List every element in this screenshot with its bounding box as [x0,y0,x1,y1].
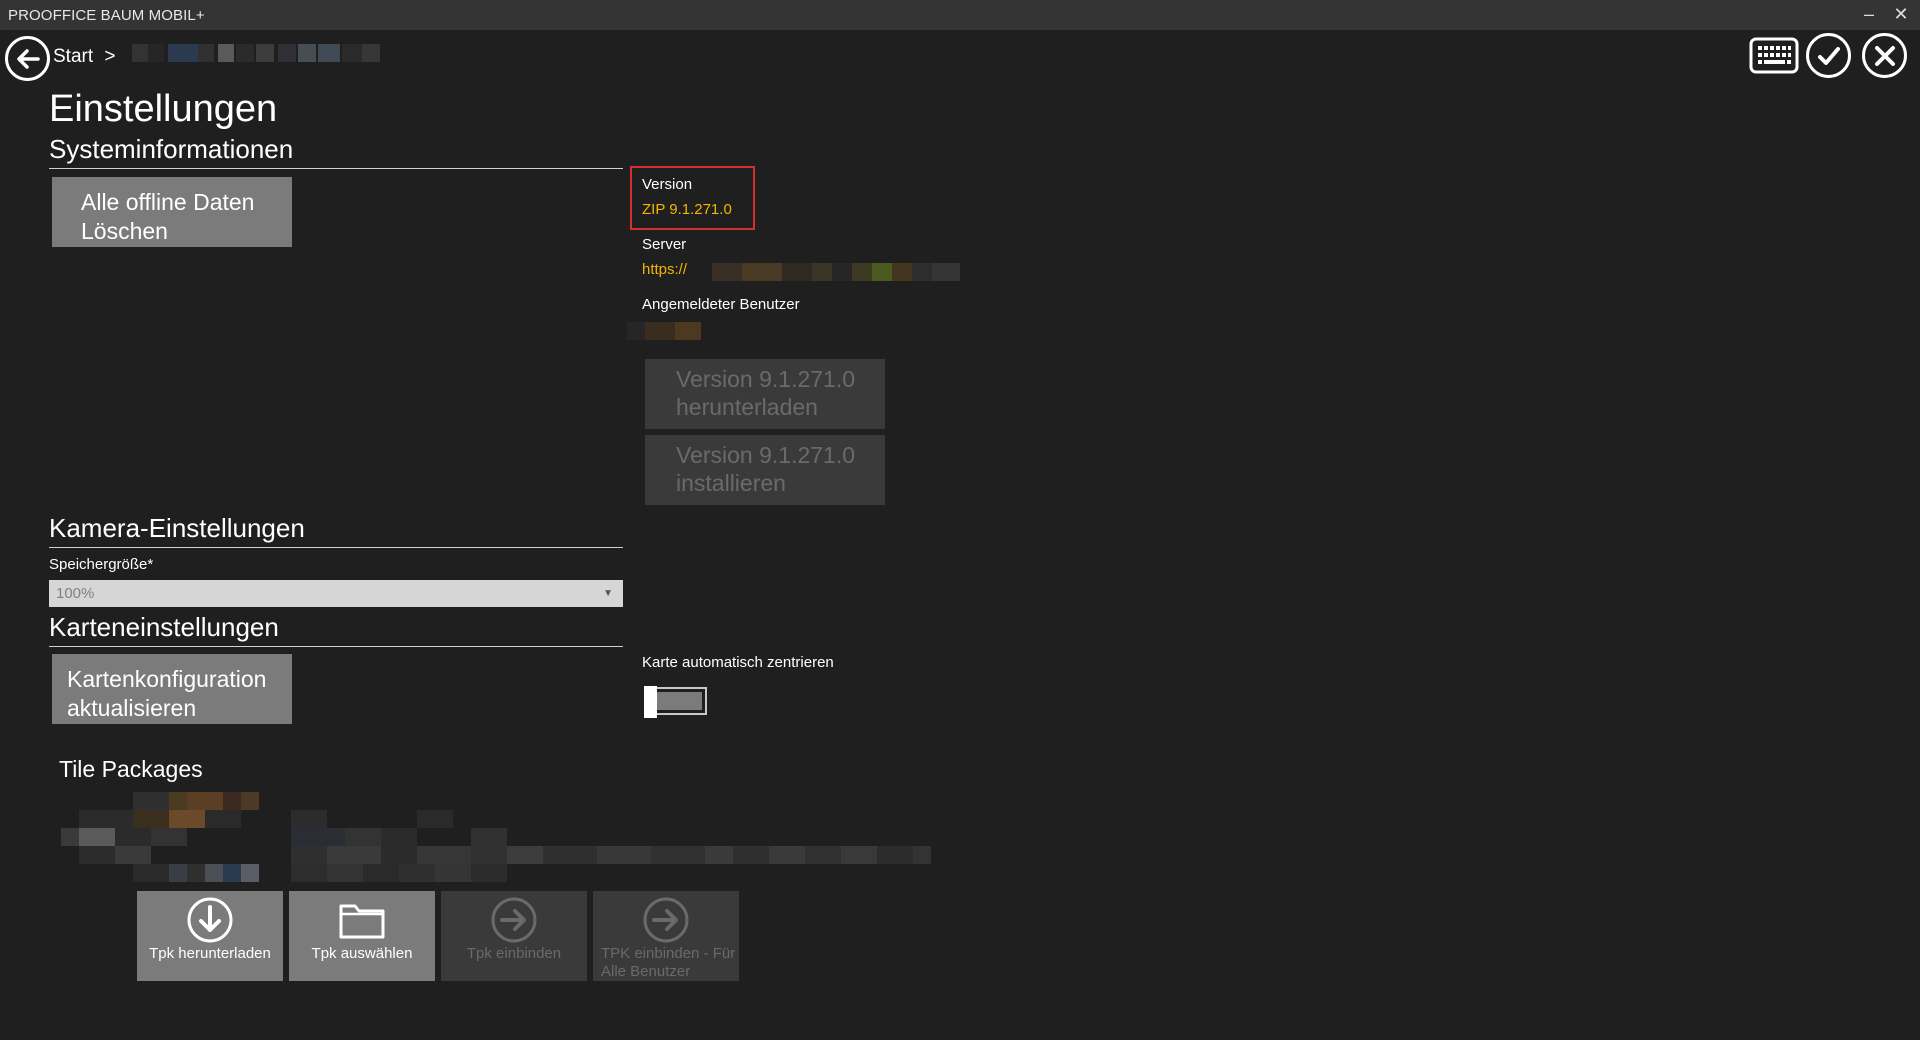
arrow-right-circle-icon [441,897,587,943]
toggle-knob[interactable] [644,686,657,718]
storage-size-label: Speichergröße* [49,556,154,573]
window-close-button[interactable]: ✕ [1890,3,1912,25]
obscured-user-name [627,322,701,340]
keyboard-icon [1749,37,1799,74]
back-button[interactable] [5,36,50,81]
tpk-embed-button: Tpk einbinden [441,891,587,981]
keyboard-button[interactable] [1749,37,1799,74]
app-title: PROOFFICE BAUM MOBIL+ [8,7,205,24]
arrow-right-circle-icon [593,897,739,943]
server-value: https:// [642,261,688,278]
server-label: Server [642,236,687,253]
obscured-server-url [712,263,960,281]
download-version-button: Version 9.1.271.0 herunterladen [645,359,885,429]
section-divider [49,168,623,169]
update-map-config-button[interactable]: Kartenkonfiguration aktualisieren [52,654,292,724]
cancel-button[interactable] [1862,33,1907,78]
tpk-embed-all-users-button: TPK einbinden - Für Alle Benutzer [593,891,739,981]
close-icon [1874,45,1895,66]
storage-size-select[interactable]: 100% ▼ [49,580,623,607]
section-title-camera: Kamera-Einstellungen [49,513,305,543]
section-title-map: Karteneinstellungen [49,612,279,642]
obscured-tile-package-list [61,792,931,882]
chevron-down-icon: ▼ [603,588,613,599]
breadcrumb-separator: > [104,46,116,67]
title-bar [0,0,1920,30]
storage-size-value: 100% [56,585,95,602]
tpk-select-button[interactable]: Tpk auswählen [289,891,435,981]
tpk-embed-label: Tpk einbinden [466,945,562,962]
version-value: ZIP 9.1.271.0 [642,201,732,218]
tpk-embed-all-users-label: TPK einbinden - Für Alle Benutzer [601,945,736,980]
back-arrow-icon [16,48,40,69]
folder-icon [289,897,435,943]
tpk-select-label: Tpk auswählen [311,945,413,962]
auto-center-label: Karte automatisch zentrieren [642,654,834,671]
obscured-breadcrumb [132,44,380,62]
breadcrumb: Start > [53,46,116,68]
section-divider [49,646,623,647]
minimize-button[interactable]: – [1858,3,1880,25]
install-version-button: Version 9.1.271.0 installieren [645,435,885,505]
section-title-tile-packages: Tile Packages [59,756,203,782]
section-divider [49,547,623,548]
tpk-download-label: Tpk herunterladen [149,945,271,962]
accept-button[interactable] [1806,33,1851,78]
page-title: Einstellungen [49,88,278,130]
download-icon [137,897,283,943]
version-label: Version [642,176,693,193]
section-title-system-info: Systeminformationen [49,134,294,164]
breadcrumb-start[interactable]: Start [53,46,93,67]
clear-offline-data-button[interactable]: Alle offline Daten Löschen [52,177,292,247]
tpk-download-button[interactable]: Tpk herunterladen [137,891,283,981]
auto-center-toggle[interactable] [644,686,707,718]
logged-in-user-label: Angemeldeter Benutzer [642,296,800,313]
checkmark-icon [1817,46,1840,65]
